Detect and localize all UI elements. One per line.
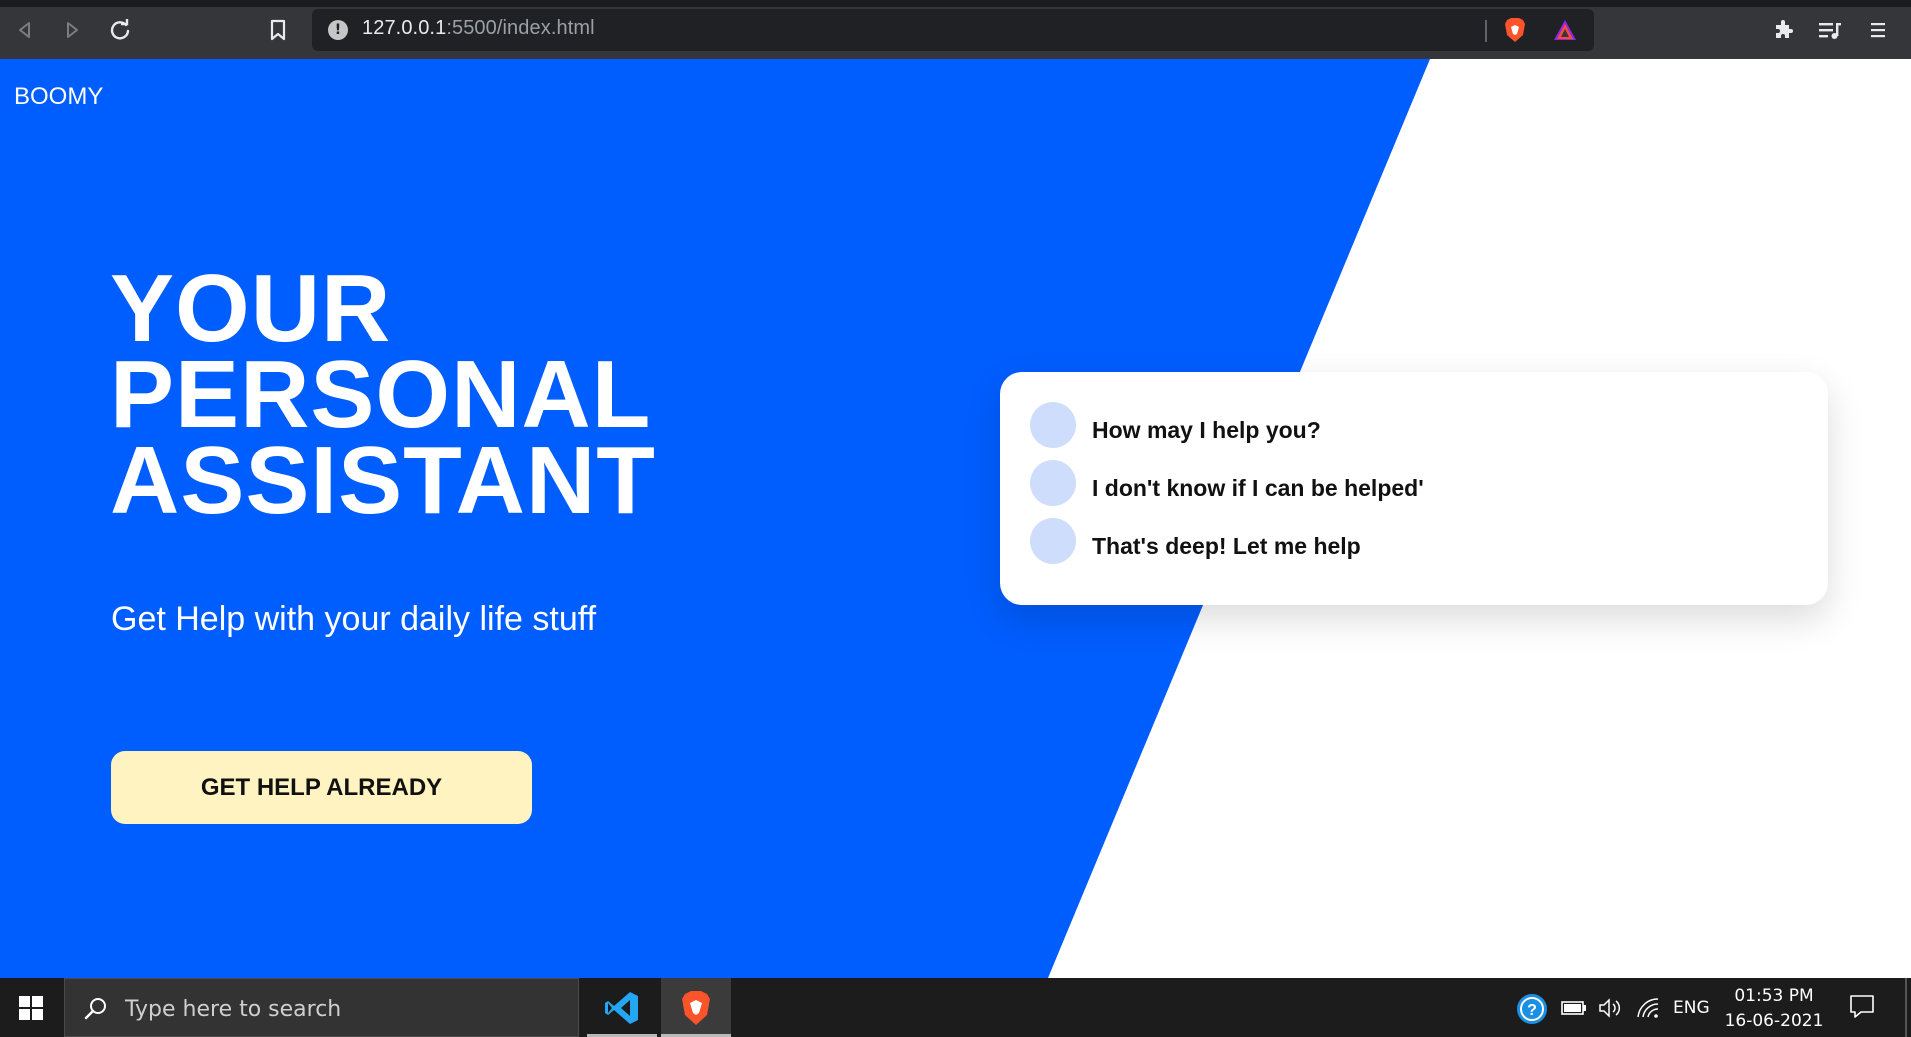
site-info-icon[interactable]: ! bbox=[328, 20, 348, 40]
rewards-triangle-icon bbox=[1554, 20, 1576, 40]
start-button[interactable] bbox=[0, 978, 62, 1037]
search-icon bbox=[84, 998, 106, 1020]
puzzle-icon bbox=[1776, 20, 1793, 38]
chat-message-text: That's deep! Let me help bbox=[1092, 532, 1361, 559]
get-help-button[interactable]: GET HELP ALREADY bbox=[111, 751, 532, 824]
hamburger-icon bbox=[1871, 23, 1885, 38]
brave-icon bbox=[682, 990, 710, 1025]
svg-text:?: ? bbox=[1527, 1002, 1537, 1019]
brave-lion-icon bbox=[1505, 18, 1525, 42]
clock-date[interactable]: 16-06-2021 bbox=[1722, 1011, 1826, 1031]
back-button[interactable] bbox=[10, 15, 40, 45]
taskbar-app-vscode[interactable] bbox=[587, 978, 657, 1037]
chat-message: How may I help you? bbox=[1030, 402, 1321, 448]
battery-icon[interactable] bbox=[1561, 999, 1587, 1017]
menu-button[interactable] bbox=[1863, 15, 1893, 45]
address-separator bbox=[1485, 20, 1487, 42]
reload-icon bbox=[110, 19, 130, 40]
hero-line-3: ASSISTANT bbox=[110, 427, 656, 534]
tab-strip bbox=[0, 0, 1911, 7]
chat-message: I don't know if I can be helped' bbox=[1030, 460, 1424, 506]
hero-title: YOUR PERSONAL ASSISTANT bbox=[110, 255, 656, 534]
chat-message: That's deep! Let me help bbox=[1030, 518, 1361, 564]
language-indicator[interactable]: ENG bbox=[1673, 998, 1710, 1018]
extensions-button[interactable] bbox=[1768, 15, 1798, 45]
brave-rewards-button[interactable] bbox=[1550, 15, 1580, 45]
bookmark-button[interactable] bbox=[263, 15, 293, 45]
taskbar: Type here to search ? ENG 01:53 PM 16-06… bbox=[0, 978, 1911, 1037]
taskbar-search-box[interactable]: Type here to search bbox=[64, 978, 579, 1037]
brand-logo[interactable]: BOOMY bbox=[14, 83, 103, 111]
playlist-icon bbox=[1819, 23, 1841, 39]
avatar bbox=[1030, 402, 1076, 448]
chat-preview-card: How may I help you? I don't know if I ca… bbox=[1000, 372, 1828, 605]
url-field[interactable]: 127.0.0.1:5500/index.html bbox=[362, 17, 595, 40]
brave-shields-button[interactable] bbox=[1500, 15, 1530, 45]
hero-subtitle: Get Help with your daily life stuff bbox=[111, 600, 597, 638]
vscode-icon bbox=[605, 991, 638, 1024]
notification-center-icon[interactable] bbox=[1848, 992, 1876, 1020]
url-host: 127.0.0.1 bbox=[362, 17, 447, 39]
windows-logo-icon bbox=[19, 995, 43, 1020]
taskbar-app-brave[interactable] bbox=[661, 978, 731, 1037]
help-icon[interactable]: ? bbox=[1516, 993, 1548, 1025]
page-viewport: BOOMY YOUR PERSONAL ASSISTANT Get Help w… bbox=[0, 59, 1911, 978]
forward-button[interactable] bbox=[57, 15, 87, 45]
back-arrow-icon bbox=[19, 22, 30, 38]
show-desktop-button[interactable] bbox=[1905, 978, 1907, 1037]
media-controls-button[interactable] bbox=[1815, 15, 1845, 45]
reload-button[interactable] bbox=[105, 15, 135, 45]
bookmark-icon bbox=[270, 19, 286, 41]
avatar bbox=[1030, 518, 1076, 564]
url-path: :5500/index.html bbox=[446, 17, 595, 39]
hero-line-2: PERSONAL bbox=[110, 341, 652, 448]
clock-time[interactable]: 01:53 PM bbox=[1728, 986, 1820, 1006]
forward-arrow-icon bbox=[67, 22, 78, 38]
wifi-icon[interactable] bbox=[1636, 997, 1660, 1019]
browser-toolbar: ! 127.0.0.1:5500/index.html bbox=[0, 0, 1911, 59]
volume-icon[interactable] bbox=[1598, 997, 1624, 1019]
chat-message-text: I don't know if I can be helped' bbox=[1092, 474, 1424, 501]
chat-message-text: How may I help you? bbox=[1092, 416, 1321, 443]
avatar bbox=[1030, 460, 1076, 506]
hero-line-1: YOUR bbox=[110, 255, 392, 362]
search-placeholder: Type here to search bbox=[125, 997, 342, 1022]
